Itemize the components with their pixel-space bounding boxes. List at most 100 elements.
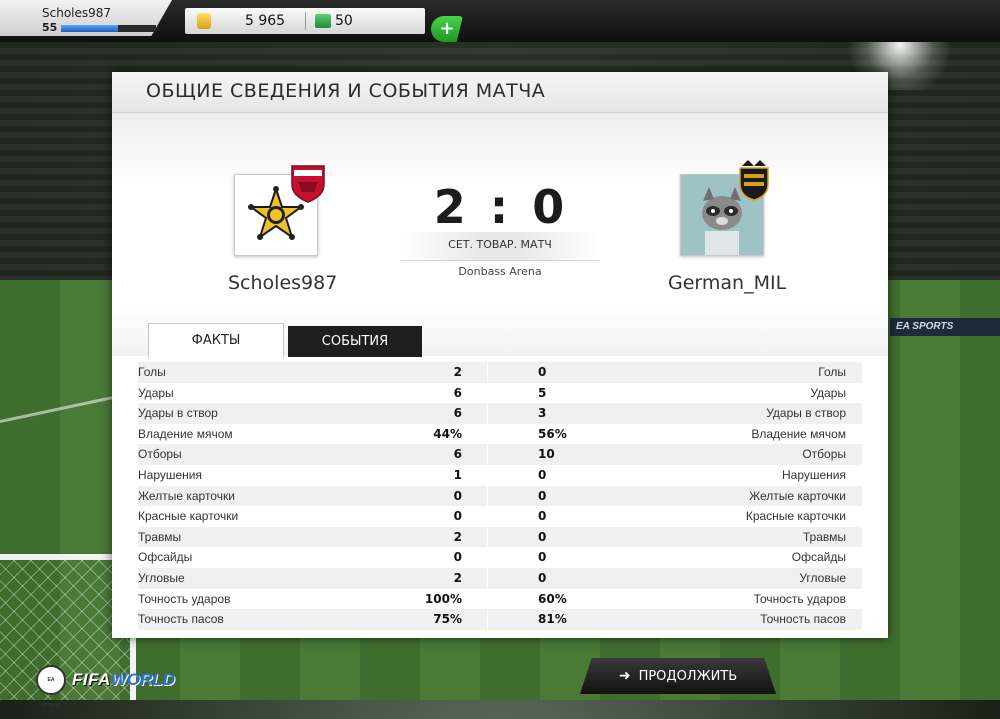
logo-world: WORLD: [110, 670, 176, 689]
stat-value-home: 6: [453, 406, 462, 421]
stat-label-away: Точность пасов: [760, 612, 846, 627]
stat-label-away: Травмы: [802, 529, 846, 544]
stat-label-away: Удары: [810, 385, 846, 400]
arrow-right-icon: ➜: [618, 668, 631, 684]
stat-row: Владение мячом 44% 56% Владение мячом: [138, 423, 862, 445]
username: Scholes987: [42, 6, 112, 20]
points-icon: [315, 14, 331, 28]
stat-label-away: Точность ударов: [753, 591, 846, 606]
away-team-name: German_MIL: [668, 272, 787, 294]
stat-value-away: 0: [538, 509, 547, 524]
stat-row: Желтые карточки 0 0 Желтые карточки: [138, 485, 862, 507]
tab-events[interactable]: СОБЫТИЯ: [288, 326, 422, 357]
stat-value-away: 10: [538, 447, 555, 462]
stat-value-home: 0: [453, 509, 462, 524]
top-bar: Scholes987 55 5 965 50 +: [0, 0, 1000, 42]
stat-row: Голы 2 0 Голы: [138, 362, 862, 383]
user-profile[interactable]: Scholes987 55: [0, 0, 172, 36]
stat-label-home: Голы: [138, 365, 166, 379]
stat-row: Травмы 2 0 Травмы: [138, 526, 862, 548]
continue-button[interactable]: ➜ ПРОДОЛЖИТЬ: [580, 658, 776, 694]
stat-value-away: 0: [538, 550, 547, 565]
xp-bar-fill: [61, 25, 118, 32]
currency-bar: 5 965 50 +: [185, 8, 463, 42]
stat-label-home: Красные карточки: [138, 509, 239, 524]
stat-label-home: Отборы: [138, 447, 182, 462]
stat-label-home: Нарушения: [138, 467, 203, 482]
stat-value-away: 56%: [538, 426, 567, 441]
stat-label-away: Отборы: [802, 447, 846, 462]
stat-row: Угловые 2 0 Угловые: [138, 567, 862, 589]
stat-label-away: Владение мячом: [751, 426, 846, 441]
stat-value-away: 0: [538, 529, 547, 544]
tab-facts[interactable]: ФАКТЫ: [148, 323, 284, 358]
stat-value-home: 0: [453, 550, 462, 565]
stat-row: Красные карточки 0 0 Красные карточки: [138, 506, 862, 527]
stats-divider: [487, 362, 488, 630]
stat-value-away: 3: [538, 406, 547, 421]
stat-label-home: Владение мячом: [138, 426, 233, 441]
stat-value-home: 2: [453, 365, 462, 379]
stat-row: Нарушения 1 0 Нарушения: [138, 464, 862, 486]
stat-value-home: 1: [453, 467, 462, 482]
stat-label-home: Точность ударов: [138, 591, 231, 606]
shield-icon: [291, 165, 325, 203]
panel-header: ОБЩИЕ СВЕДЕНИЯ И СОБЫТИЯ МАТЧА: [112, 72, 888, 113]
fifa-world-logo: EA SPORTS FIFA WORLD: [36, 665, 176, 709]
stat-label-away: Голы: [818, 365, 846, 379]
match-summary-panel: ОБЩИЕ СВЕДЕНИЯ И СОБЫТИЯ МАТЧА Scholes98…: [112, 72, 888, 638]
stat-value-away: 60%: [538, 591, 567, 606]
stat-value-home: 0: [453, 488, 462, 503]
ea-sports-icon: EA SPORTS: [36, 665, 66, 709]
stat-value-home: 6: [453, 447, 462, 462]
stat-value-home: 6: [453, 385, 462, 400]
stat-label-home: Желтые карточки: [138, 488, 235, 503]
xp-bar: [61, 25, 156, 32]
match-type-strip: СЕТ. ТОВАР. МАТЧ: [400, 232, 600, 261]
stat-label-away: Желтые карточки: [749, 488, 846, 503]
stat-value-home: 2: [453, 529, 462, 544]
coin-icon: [197, 13, 211, 29]
stat-label-away: Нарушения: [781, 467, 846, 482]
stat-value-away: 0: [538, 467, 547, 482]
currency-divider: [305, 12, 306, 30]
stat-label-away: Удары в створ: [766, 406, 846, 421]
home-team-name: Scholes987: [228, 272, 338, 294]
stat-value-home: 75%: [433, 612, 462, 627]
stat-row: Точность ударов 100% 60% Точность ударов: [138, 588, 862, 610]
stat-label-home: Угловые: [138, 570, 185, 585]
continue-label: ПРОДОЛЖИТЬ: [638, 669, 738, 684]
stat-row: Точность пасов 75% 81% Точность пасов: [138, 609, 862, 630]
stat-label-home: Удары: [138, 385, 174, 400]
stat-value-away: 0: [538, 488, 547, 503]
stat-label-home: Удары в створ: [138, 406, 218, 421]
stat-value-away: 5: [538, 385, 547, 400]
stat-value-away: 81%: [538, 612, 567, 627]
match-type: СЕТ. ТОВАР. МАТЧ: [448, 238, 552, 251]
stat-value-home: 2: [453, 570, 462, 585]
stat-value-away: 0: [538, 365, 547, 379]
stat-label-away: Офсайды: [791, 550, 846, 565]
stats-table: Голы 2 0 Голы Удары 6 5 Удары Удары в ст…: [138, 362, 862, 630]
stat-label-home: Офсайды: [138, 550, 193, 565]
page-title: ОБЩИЕ СВЕДЕНИЯ И СОБЫТИЯ МАТЧА: [146, 80, 546, 102]
user-level: 55: [42, 21, 58, 34]
stat-value-away: 0: [538, 570, 547, 585]
stat-label-home: Точность пасов: [138, 612, 224, 627]
home-club-badge: [286, 160, 330, 204]
coins-count: 5 965: [245, 13, 286, 29]
stat-label-away: Угловые: [799, 570, 846, 585]
stat-row: Удары в створ 6 3 Удары в створ: [138, 403, 862, 424]
stat-value-home: 44%: [433, 426, 462, 441]
stat-row: Офсайды 0 0 Офсайды: [138, 547, 862, 568]
match-score: 2 : 0: [433, 180, 569, 234]
ad-board: EA SPORTS: [890, 318, 1000, 336]
logo-fifa: FIFA: [72, 670, 111, 689]
stat-value-home: 100%: [424, 591, 462, 606]
points-count: 50: [335, 13, 353, 29]
stat-label-home: Травмы: [138, 529, 182, 544]
stat-row: Удары 6 5 Удары: [138, 382, 862, 404]
add-currency-button[interactable]: +: [431, 16, 463, 42]
venue-name: Donbass Arena: [458, 265, 542, 278]
stat-row: Отборы 6 10 Отборы: [138, 444, 862, 465]
